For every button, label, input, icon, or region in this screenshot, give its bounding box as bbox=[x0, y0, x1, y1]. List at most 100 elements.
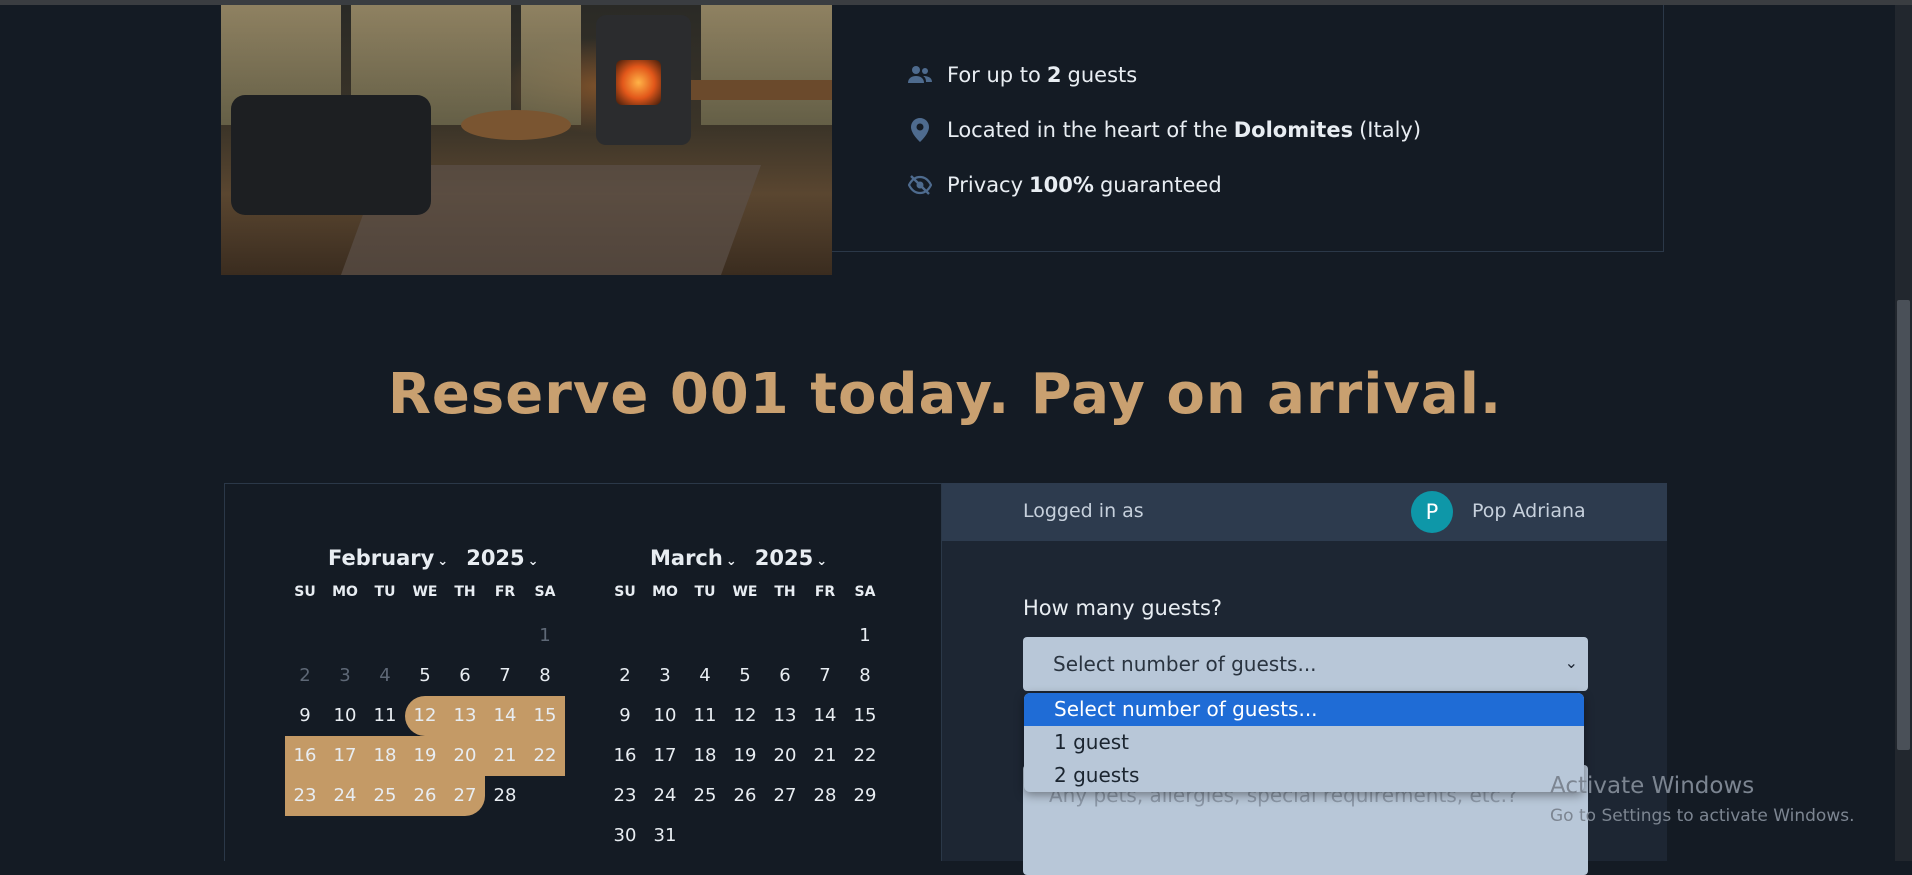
calendar-day[interactable]: 15 bbox=[845, 696, 885, 736]
weekday-label: WE bbox=[412, 584, 438, 600]
calendar-day[interactable]: 6 bbox=[765, 656, 805, 696]
chevron-down-icon: ⌄ bbox=[437, 554, 449, 569]
calendar-day[interactable]: 6 bbox=[445, 656, 485, 696]
calendar-day[interactable]: 1 bbox=[845, 616, 885, 656]
calendar-day[interactable]: 7 bbox=[485, 656, 525, 696]
calendar-day[interactable]: 22 bbox=[525, 736, 565, 776]
calendar-day[interactable]: 13 bbox=[445, 696, 485, 736]
calendar-day: 3 bbox=[339, 665, 351, 686]
users-icon bbox=[907, 62, 933, 88]
calendar-day[interactable]: 17 bbox=[645, 736, 685, 776]
month-select[interactable]: March ⌄ bbox=[650, 546, 755, 570]
activate-windows-title: Activate Windows bbox=[1550, 773, 1755, 799]
guests-option[interactable]: 2 guests bbox=[1024, 759, 1584, 792]
calendar-day[interactable]: 2 bbox=[605, 656, 645, 696]
calendar-day[interactable]: 5 bbox=[405, 656, 445, 696]
weekday-header: SU MO TU WE TH FR SA bbox=[605, 584, 885, 600]
calendar-day[interactable]: 31 bbox=[645, 816, 685, 856]
calendar-day[interactable]: 23 bbox=[285, 776, 325, 816]
calendar-day[interactable]: 9 bbox=[605, 696, 645, 736]
guests-question-label: How many guests? bbox=[1023, 596, 1223, 620]
calendar-day[interactable]: 14 bbox=[805, 696, 845, 736]
calendar-day[interactable]: 27 bbox=[765, 776, 805, 816]
calendar-day[interactable]: 25 bbox=[365, 776, 405, 816]
reservation-form: Logged in as P Pop Adriana How many gues… bbox=[942, 483, 1667, 875]
calendar-day[interactable]: 10 bbox=[645, 696, 685, 736]
weekday-label: SU bbox=[294, 584, 316, 600]
weekday-label: TH bbox=[454, 584, 476, 600]
location-feature: Located in the heart of the Dolomites (Ita… bbox=[907, 115, 1421, 145]
calendar-day: 1 bbox=[539, 625, 551, 646]
logged-in-label: Logged in as bbox=[1023, 500, 1144, 522]
calendar-day[interactable]: 3 bbox=[645, 656, 685, 696]
cabin-interior-image bbox=[221, 5, 832, 275]
weekday-label: MO bbox=[332, 584, 358, 600]
guests-option[interactable]: 1 guest bbox=[1024, 726, 1584, 759]
calendar-day[interactable]: 13 bbox=[765, 696, 805, 736]
calendar-day[interactable]: 18 bbox=[365, 736, 405, 776]
calendar-day[interactable]: 4 bbox=[685, 656, 725, 696]
calendar-day[interactable]: 26 bbox=[405, 776, 445, 816]
chevron-down-icon: ⌄ bbox=[1564, 653, 1578, 672]
calendar-day[interactable]: 5 bbox=[725, 656, 765, 696]
privacy-feature: Privacy 100% guaranteed bbox=[907, 170, 1222, 200]
calendar-day[interactable]: 21 bbox=[485, 736, 525, 776]
page-scrollbar[interactable] bbox=[1895, 5, 1912, 861]
calendar-day[interactable]: 9 bbox=[285, 696, 325, 736]
calendar-day[interactable]: 20 bbox=[765, 736, 805, 776]
calendar-day[interactable]: 25 bbox=[685, 776, 725, 816]
month-select[interactable]: February ⌄ bbox=[328, 546, 466, 570]
year-select[interactable]: 2025 ⌄ bbox=[755, 546, 845, 570]
calendar-day[interactable]: 24 bbox=[645, 776, 685, 816]
calendar-day[interactable]: 27 bbox=[445, 776, 485, 816]
calendar-day[interactable]: 23 bbox=[605, 776, 645, 816]
calendar-day[interactable]: 21 bbox=[805, 736, 845, 776]
calendar-day[interactable]: 14 bbox=[485, 696, 525, 736]
calendar-day[interactable]: 12 bbox=[405, 696, 445, 736]
reservation-headline: Reserve 001 today. Pay on arrival. bbox=[387, 362, 1503, 427]
calendar-day[interactable]: 18 bbox=[685, 736, 725, 776]
map-pin-icon bbox=[907, 117, 933, 143]
weekday-label: FR bbox=[494, 584, 516, 600]
calendar-day[interactable]: 17 bbox=[325, 736, 365, 776]
calendar-day[interactable]: 7 bbox=[805, 656, 845, 696]
calendar-day[interactable]: 8 bbox=[845, 656, 885, 696]
calendar-day[interactable]: 8 bbox=[525, 656, 565, 696]
guests-select[interactable]: Select number of guests... ⌄ bbox=[1023, 637, 1588, 691]
eye-slash-icon bbox=[907, 172, 933, 198]
calendar-day[interactable]: 15 bbox=[525, 696, 565, 736]
user-name: Pop Adriana bbox=[1472, 500, 1586, 522]
weekday-label: FR bbox=[814, 584, 836, 600]
calendar-day[interactable]: 12 bbox=[725, 696, 765, 736]
scrollbar-thumb[interactable] bbox=[1897, 300, 1910, 750]
calendar-day[interactable]: 26 bbox=[725, 776, 765, 816]
avatar: P bbox=[1411, 491, 1453, 533]
activate-windows-subtitle: Go to Settings to activate Windows. bbox=[1550, 806, 1855, 826]
calendar-day[interactable]: 11 bbox=[685, 696, 725, 736]
calendar-day[interactable]: 30 bbox=[605, 816, 645, 856]
calendar-day[interactable]: 19 bbox=[405, 736, 445, 776]
logged-in-bar: Logged in as P Pop Adriana bbox=[942, 483, 1667, 541]
calendar-day[interactable]: 28 bbox=[805, 776, 845, 816]
weekday-label: TU bbox=[694, 584, 716, 600]
weekday-label: SU bbox=[614, 584, 636, 600]
calendar-day[interactable]: 22 bbox=[845, 736, 885, 776]
calendar-day[interactable]: 29 bbox=[845, 776, 885, 816]
property-info-card: For up to 2 guests Located in the heart of… bbox=[832, 5, 1664, 252]
calendar-day[interactable]: 10 bbox=[325, 696, 365, 736]
guests-option[interactable]: Select number of guests... bbox=[1024, 693, 1584, 726]
calendar-day[interactable]: 24 bbox=[325, 776, 365, 816]
calendar-day[interactable]: 28 bbox=[485, 776, 525, 816]
calendar-day[interactable]: 16 bbox=[285, 736, 325, 776]
guests-feature: For up to 2 guests bbox=[907, 60, 1137, 90]
year-select[interactable]: 2025 ⌄ bbox=[466, 546, 556, 570]
calendar-day[interactable]: 11 bbox=[365, 696, 405, 736]
month-year-header: February ⌄ 2025 ⌄ bbox=[328, 546, 557, 570]
calendar-day[interactable]: 16 bbox=[605, 736, 645, 776]
chevron-down-icon: ⌄ bbox=[725, 554, 737, 569]
calendar-day[interactable]: 19 bbox=[725, 736, 765, 776]
calendar-day: 4 bbox=[379, 665, 391, 686]
weekday-label: SA bbox=[854, 584, 876, 600]
calendar-day[interactable]: 20 bbox=[445, 736, 485, 776]
chevron-down-icon: ⌄ bbox=[527, 554, 539, 569]
